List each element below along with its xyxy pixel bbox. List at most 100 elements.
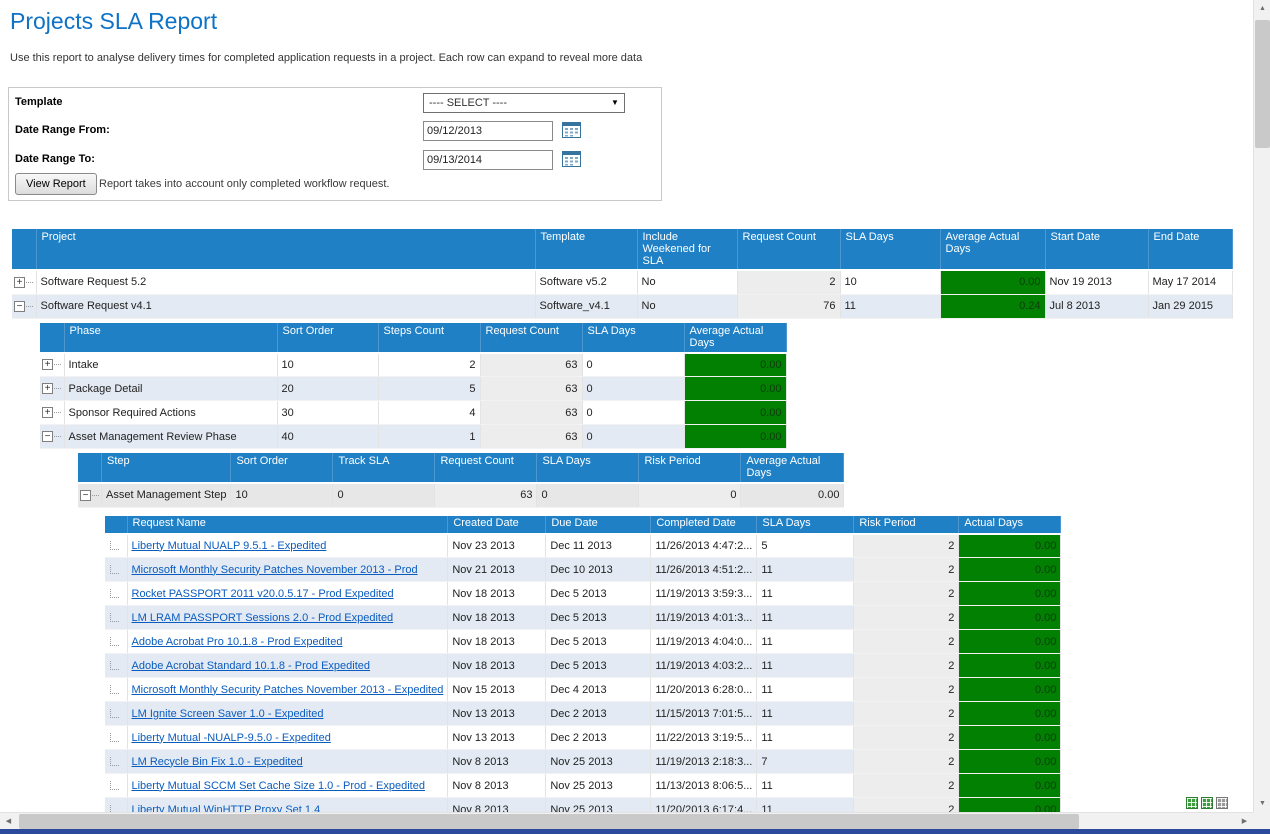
risk-period-column-header: Risk Period bbox=[854, 516, 959, 534]
request-link[interactable]: Rocket PASSPORT 2011 v20.0.5.17 - Prod E… bbox=[132, 588, 394, 600]
tree-connector bbox=[54, 388, 61, 389]
due-date-cell: Dec 11 2013 bbox=[546, 534, 651, 558]
sla-days-cell: 0 bbox=[537, 483, 639, 507]
scroll-down-arrow-icon[interactable]: ▼ bbox=[1254, 795, 1270, 812]
scrollbar-corner bbox=[1253, 812, 1270, 829]
chevron-down-icon[interactable]: ▼ bbox=[606, 94, 624, 112]
risk-period-column-header: Risk Period bbox=[639, 453, 741, 483]
scroll-right-arrow-icon[interactable]: ▶ bbox=[1236, 813, 1253, 830]
scroll-up-arrow-icon[interactable]: ▲ bbox=[1254, 0, 1270, 17]
tree-leaf-icon bbox=[110, 637, 119, 646]
steps-header-row: Step Sort Order Track SLA Request Count … bbox=[78, 453, 844, 483]
tree-leaf-icon bbox=[110, 661, 119, 670]
request-row: LM LRAM PASSPORT Sessions 2.0 - Prod Exp… bbox=[105, 606, 1061, 630]
request-link[interactable]: Liberty Mutual -NUALP-9.5.0 - Expedited bbox=[132, 732, 331, 744]
collapse-icon[interactable] bbox=[14, 301, 25, 312]
actual-days-cell: 0.00 bbox=[959, 654, 1061, 678]
date-to-label: Date Range To: bbox=[15, 153, 95, 165]
calendar-icon bbox=[562, 121, 581, 138]
horizontal-scrollbar-thumb[interactable] bbox=[19, 814, 1079, 829]
request-row: Adobe Acrobat Pro 10.1.8 - Prod Expedite… bbox=[105, 630, 1061, 654]
request-link[interactable]: Adobe Acrobat Standard 10.1.8 - Prod Exp… bbox=[132, 660, 371, 672]
completed-date-column-header: Completed Date bbox=[651, 516, 757, 534]
sla-days-column-header: SLA Days bbox=[537, 453, 639, 483]
step-column-header: Step bbox=[102, 453, 231, 483]
expander-column-header bbox=[40, 323, 64, 353]
project-name-cell: Software Request 5.2 bbox=[36, 270, 535, 294]
due-date-cell: Dec 10 2013 bbox=[546, 558, 651, 582]
tree-connector bbox=[26, 306, 33, 307]
created-date-cell: Nov 13 2013 bbox=[448, 702, 546, 726]
scroll-left-arrow-icon[interactable]: ◀ bbox=[0, 813, 17, 830]
track-sla-cell: 0 bbox=[333, 483, 435, 507]
template-select[interactable]: ---- SELECT ---- ▼ bbox=[423, 93, 625, 113]
due-date-cell: Dec 5 2013 bbox=[546, 606, 651, 630]
sla-days-column-header: SLA Days bbox=[840, 229, 940, 270]
request-count-column-header: Request Count bbox=[737, 229, 840, 270]
request-row: Rocket PASSPORT 2011 v20.0.5.17 - Prod E… bbox=[105, 582, 1061, 606]
view-report-button[interactable]: View Report bbox=[15, 173, 97, 195]
completed-date-cell: 11/22/2013 3:19:5... bbox=[651, 726, 757, 750]
expander-cell bbox=[40, 401, 64, 425]
actual-days-cell: 0.00 bbox=[959, 534, 1061, 558]
phase-name-cell: Asset Management Review Phase bbox=[64, 425, 277, 449]
request-link[interactable]: Adobe Acrobat Pro 10.1.8 - Prod Expedite… bbox=[132, 636, 343, 648]
completed-date-cell: 11/19/2013 3:59:3... bbox=[651, 582, 757, 606]
request-link[interactable]: Liberty Mutual WinHTTP Proxy Set 1.4 bbox=[132, 804, 321, 813]
expander-cell bbox=[78, 483, 102, 507]
request-count-cell: 63 bbox=[480, 353, 582, 377]
end-date-cell: May 17 2014 bbox=[1148, 270, 1232, 294]
phase-row: Asset Management Review Phase 40 1 63 0 … bbox=[40, 425, 786, 449]
phase-name-cell: Package Detail bbox=[64, 377, 277, 401]
date-to-calendar-button[interactable] bbox=[560, 150, 582, 170]
risk-period-cell: 2 bbox=[854, 678, 959, 702]
sla-days-column-header: SLA Days bbox=[582, 323, 684, 353]
date-to-input[interactable] bbox=[423, 150, 553, 170]
completed-date-cell: 11/20/2013 6:17:4... bbox=[651, 798, 757, 813]
expand-icon[interactable] bbox=[42, 407, 53, 418]
actual-days-cell: 0.00 bbox=[959, 630, 1061, 654]
expand-icon[interactable] bbox=[42, 359, 53, 370]
tree-leaf-cell bbox=[105, 774, 127, 798]
collapse-icon[interactable] bbox=[42, 431, 53, 442]
collapse-icon[interactable] bbox=[80, 490, 91, 501]
created-date-cell: Nov 13 2013 bbox=[448, 726, 546, 750]
tree-leaf-cell bbox=[105, 702, 127, 726]
request-link[interactable]: Microsoft Monthly Security Patches Novem… bbox=[132, 564, 418, 576]
actual-days-cell: 0.00 bbox=[959, 606, 1061, 630]
request-row: Adobe Acrobat Standard 10.1.8 - Prod Exp… bbox=[105, 654, 1061, 678]
tree-leaf-cell bbox=[105, 606, 127, 630]
request-link[interactable]: Microsoft Monthly Security Patches Novem… bbox=[132, 684, 444, 696]
sla-days-cell: 11 bbox=[757, 678, 854, 702]
vertical-scrollbar-thumb[interactable] bbox=[1255, 20, 1270, 148]
expand-icon[interactable] bbox=[42, 383, 53, 394]
request-count-cell: 76 bbox=[737, 294, 840, 318]
sla-days-cell: 11 bbox=[757, 774, 854, 798]
report-note: Report takes into account only completed… bbox=[99, 178, 389, 190]
report-region: Project Template Include Weekened for SL… bbox=[12, 229, 1253, 812]
request-link[interactable]: LM LRAM PASSPORT Sessions 2.0 - Prod Exp… bbox=[132, 612, 394, 624]
date-from-input[interactable] bbox=[423, 121, 553, 141]
due-date-cell: Dec 5 2013 bbox=[546, 630, 651, 654]
request-count-cell: 63 bbox=[480, 425, 582, 449]
completed-date-cell: 11/26/2013 4:51:2... bbox=[651, 558, 757, 582]
tree-leaf-cell bbox=[105, 678, 127, 702]
actual-days-cell: 0.00 bbox=[959, 678, 1061, 702]
expand-icon[interactable] bbox=[14, 277, 25, 288]
horizontal-scrollbar: ◀ ▶ bbox=[0, 812, 1253, 829]
risk-period-cell: 2 bbox=[854, 630, 959, 654]
end-date-cell: Jan 29 2015 bbox=[1148, 294, 1232, 318]
request-link[interactable]: LM Ignite Screen Saver 1.0 - Expedited bbox=[132, 708, 324, 720]
sla-days-cell: 7 bbox=[757, 750, 854, 774]
request-link[interactable]: LM Recycle Bin Fix 1.0 - Expedited bbox=[132, 756, 303, 768]
request-row: LM Recycle Bin Fix 1.0 - Expedited Nov 8… bbox=[105, 750, 1061, 774]
request-link[interactable]: Liberty Mutual NUALP 9.5.1 - Expedited bbox=[132, 540, 327, 552]
request-row: Liberty Mutual NUALP 9.5.1 - Expedited N… bbox=[105, 534, 1061, 558]
request-link[interactable]: Liberty Mutual SCCM Set Cache Size 1.0 -… bbox=[132, 780, 425, 792]
requests-header-row: Request Name Created Date Due Date Compl… bbox=[105, 516, 1061, 534]
due-date-cell: Nov 25 2013 bbox=[546, 798, 651, 813]
completed-date-cell: 11/19/2013 4:01:3... bbox=[651, 606, 757, 630]
tree-connector bbox=[54, 364, 61, 365]
created-date-cell: Nov 18 2013 bbox=[448, 606, 546, 630]
date-from-calendar-button[interactable] bbox=[560, 121, 582, 141]
